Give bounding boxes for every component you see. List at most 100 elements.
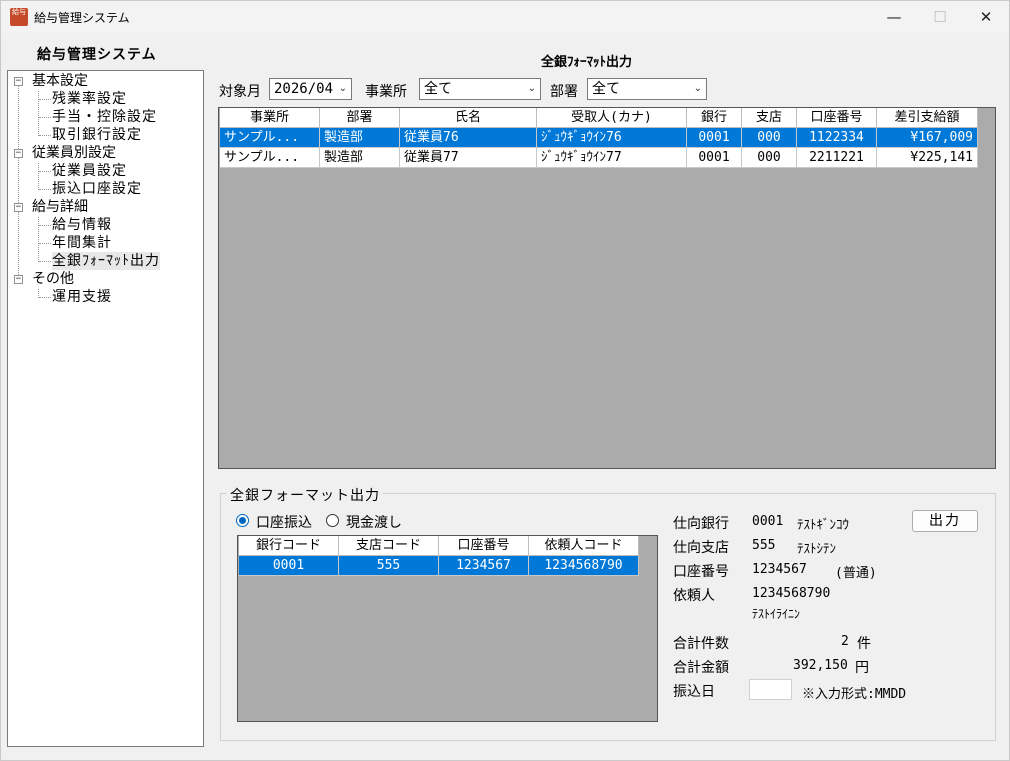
tree-connector [39,225,51,226]
collapse-icon[interactable]: − [14,203,23,212]
col-header-office[interactable]: 事業所 [220,108,320,128]
tree-item-kyuyo-joho[interactable]: 給与情報 [52,216,112,234]
tree-node-jugyoin-betsu[interactable]: 従業員別設定 [32,144,116,162]
radio-transfer[interactable] [236,514,249,527]
requester-label: 依頼人 [673,588,715,604]
page-title: 全銀ﾌｫｰﾏｯﾄ出力 [541,55,633,70]
col-header-account[interactable]: 口座番号 [797,108,877,128]
cell-account: 2211221 [797,148,877,168]
cell-dept: 製造部 [320,128,400,148]
tree-item-unyo-shien[interactable]: 運用支援 [52,288,112,306]
radio-transfer-label[interactable]: 口座振込 [256,512,312,532]
requester-code: 1234568790 [752,586,831,601]
cell-office: サンプル... [220,148,320,168]
app-icon: 給与 [10,8,28,26]
month-value: 2026/04 [274,81,334,97]
dept-label: 部署 [550,84,578,100]
tree-node-kyuyo-shosai[interactable]: 給与詳細 [32,198,88,216]
col-header-net-pay[interactable]: 差引支給額 [877,108,978,128]
col-header-name[interactable]: 氏名 [400,108,537,128]
tree-connector [39,297,51,298]
col-header-requester-code[interactable]: 依頼人コード [529,536,639,556]
amount-value: 392,150 [793,658,848,673]
tree-item-jugyoin-settei[interactable]: 従業員設定 [52,162,127,180]
tree-connector [39,99,51,100]
cell-account: 1122334 [797,128,877,148]
tree-connector [39,135,51,136]
branch-name: ﾃｽﾄｼﾃﾝ [797,542,836,557]
count-unit: 件 [857,636,871,652]
collapse-icon[interactable]: − [14,275,23,284]
tree-node-kihon-settei[interactable]: 基本設定 [32,72,88,90]
tree-node-sonota[interactable]: その他 [32,270,74,288]
account-no: 1234567 [752,562,807,577]
export-group-title: 全銀フォーマット出力 [227,485,383,505]
tree-item-zengin-format[interactable]: 全銀ﾌｫｰﾏｯﾄ出力 [52,252,160,270]
branch-code: 555 [752,538,776,553]
bank-label: 仕向銀行 [673,516,729,532]
dept-value: 全て [592,81,620,97]
month-select[interactable]: 2026/04 ⌄ [269,78,352,100]
employee-grid[interactable]: 事業所 部署 氏名 受取人(カナ) 銀行 支店 口座番号 差引支給額 サンプル.… [218,107,996,469]
cell-name: 従業員76 [400,128,537,148]
office-label: 事業所 [365,84,407,100]
col-header-bank-code[interactable]: 銀行コード [239,536,339,556]
radio-cash[interactable] [326,514,339,527]
cell-branch: 000 [742,148,797,168]
chevron-down-icon: ⌄ [693,83,702,94]
collapse-icon[interactable]: − [14,149,23,158]
sidebar-heading: 給与管理システム [37,47,157,63]
col-header-kana[interactable]: 受取人(カナ) [537,108,687,128]
cell-requester-code: 1234568790 [529,556,639,576]
minimize-icon[interactable]: — [871,1,917,33]
cell-net-pay: ¥225,141 [877,148,978,168]
dept-select[interactable]: 全て ⌄ [587,78,707,100]
tree-item-torihiki-ginko[interactable]: 取引銀行設定 [52,126,142,144]
title-bar: 給与 給与管理システム — ☐ ✕ [1,1,1009,33]
cell-branch: 000 [742,128,797,148]
count-label: 合計件数 [673,636,729,652]
col-header-dept[interactable]: 部署 [320,108,400,128]
cell-bank: 0001 [687,148,742,168]
tree-connector [39,261,51,262]
tree-connector [38,163,39,190]
col-header-branch[interactable]: 支店 [742,108,797,128]
col-header-branch-code[interactable]: 支店コード [339,536,439,556]
collapse-icon[interactable]: − [14,77,23,86]
col-header-bank[interactable]: 銀行 [687,108,742,128]
account-label: 口座番号 [673,564,729,580]
tree-item-zangyo-ritsu[interactable]: 残業率設定 [52,90,127,108]
chevron-down-icon: ⌄ [527,83,536,94]
tree-connector [39,189,51,190]
requester-name: ﾃｽﾄｲﾗｲﾆﾝ [752,607,801,621]
nav-tree[interactable]: − 基本設定 残業率設定 手当・控除設定 取引銀行設定 − 従業員別設定 従業員… [7,70,204,747]
col-header-account-no[interactable]: 口座番号 [439,536,529,556]
transfer-date-input[interactable] [749,679,792,700]
amount-unit: 円 [855,660,869,676]
export-grid[interactable]: 銀行コード 支店コード 口座番号 依頼人コード 0001 555 1234567… [237,535,658,722]
app-window: 給与 給与管理システム — ☐ ✕ 給与管理システム − 基本設定 残業率設定 … [0,0,1010,761]
tree-connector [39,171,51,172]
tree-item-furikomi-koza[interactable]: 振込口座設定 [52,180,142,198]
tree-connector [38,217,39,262]
tree-item-nenkan-shukei[interactable]: 年間集計 [52,234,112,252]
radio-cash-label[interactable]: 現金渡し [346,512,402,532]
amount-label: 合計金額 [673,660,729,676]
close-icon[interactable]: ✕ [963,1,1009,33]
cell-bank-code: 0001 [239,556,339,576]
cell-kana: ｼﾞｭｳｷﾞｮｳｲﾝ77 [537,148,687,168]
tree-connector [39,117,51,118]
cell-bank: 0001 [687,128,742,148]
cell-account-no: 1234567 [439,556,529,576]
cell-branch-code: 555 [339,556,439,576]
cell-office: サンプル... [220,128,320,148]
maximize-icon[interactable]: ☐ [917,1,963,33]
office-select[interactable]: 全て ⌄ [419,78,541,100]
bank-name: ﾃｽﾄｷﾞﾝｺｳ [797,518,849,533]
tree-connector [39,243,51,244]
output-button[interactable]: 出力 [912,510,978,532]
tree-item-teate-kojo[interactable]: 手当・控除設定 [52,108,157,126]
cell-kana: ｼﾞｭｳｷﾞｮｳｲﾝ76 [537,128,687,148]
bank-code: 0001 [752,514,784,529]
account-type: (普通) [835,566,877,581]
